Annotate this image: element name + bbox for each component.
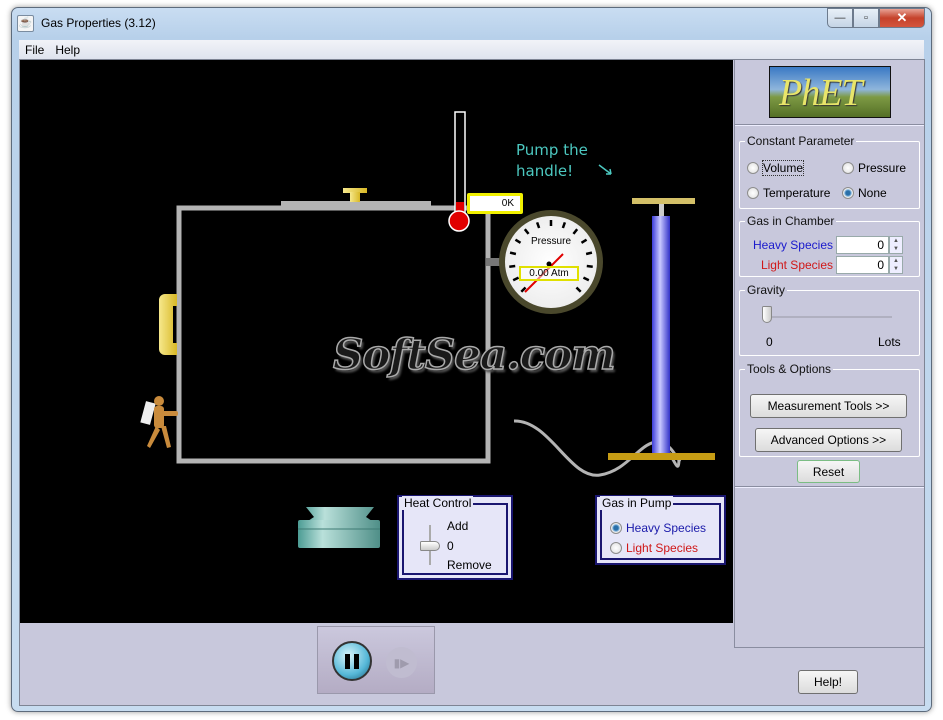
radio-none[interactable]: None — [842, 186, 887, 200]
heat-remove-label: Remove — [447, 558, 492, 572]
step-icon: ▮▶ — [393, 655, 410, 670]
pause-icon — [345, 653, 350, 669]
phet-logo[interactable]: PhET — [769, 66, 891, 118]
spinner-arrows-icon[interactable]: ▲ ▼ — [889, 236, 903, 254]
heat-zero-label: 0 — [447, 539, 454, 553]
pump-heavy-label: Heavy Species — [626, 521, 707, 535]
phet-logo-text: PhET — [779, 72, 863, 114]
gas-in-pump-title: Gas in Pump — [600, 496, 674, 510]
gas-in-chamber-title: Gas in Chamber — [745, 214, 837, 228]
stove-icon — [298, 507, 380, 548]
help-button[interactable]: Help! — [798, 670, 858, 694]
light-species-label: Light Species — [760, 258, 833, 272]
radio-unselected-icon — [747, 162, 759, 174]
menu-file[interactable]: File — [25, 43, 44, 57]
window-title: Gas Properties (3.12) — [41, 16, 156, 30]
advanced-options-button[interactable]: Advanced Options >> — [755, 428, 902, 452]
gravity-slider-track[interactable] — [766, 316, 892, 318]
gauge-tick — [586, 264, 593, 268]
control-sidebar: PhET Constant Parameter Volume Pressure … — [734, 60, 924, 648]
gravity-title: Gravity — [745, 283, 788, 297]
heat-control-title: Heat Control — [402, 496, 474, 510]
heat-control-panel: Heat Control Add 0 Remove — [397, 495, 513, 580]
reset-button[interactable]: Reset — [797, 460, 860, 483]
app-window: ☕ Gas Properties (3.12) — ▫ ✕ File Help — [11, 7, 932, 712]
gravity-max-label: Lots — [878, 335, 901, 349]
pump-hint-text: Pump the handle! — [516, 140, 588, 182]
tools-options-group: Tools & Options Measurement Tools >> Adv… — [739, 362, 920, 457]
heat-slider-thumb[interactable] — [420, 541, 440, 551]
menu-help[interactable]: Help — [55, 43, 80, 57]
radio-unselected-icon — [747, 187, 759, 199]
heavy-species-label: Heavy Species — [752, 238, 833, 252]
light-species-input[interactable]: 0 — [836, 256, 889, 274]
thermometer-icon — [448, 111, 470, 232]
java-app-icon: ☕ — [17, 15, 34, 32]
spinner-arrows-icon[interactable]: ▲ ▼ — [889, 256, 903, 274]
radio-selected-icon — [842, 187, 854, 199]
simulation-canvas: Pump the handle! 0K Pressure 0.00 Atm So… — [20, 60, 733, 623]
side-handle-icon[interactable] — [159, 294, 177, 355]
title-bar: ☕ Gas Properties (3.12) — ▫ ✕ — [12, 8, 931, 38]
hint-arrow-icon — [598, 164, 612, 175]
gas-in-chamber-group: Gas in Chamber Heavy Species 0 ▲ ▼ Light … — [739, 214, 920, 277]
radio-temperature-label: Temperature — [763, 186, 831, 200]
radio-volume[interactable]: Volume — [747, 160, 805, 176]
gauge-tick — [585, 251, 593, 256]
gas-in-pump-panel: Gas in Pump Heavy Species Light Species — [595, 495, 726, 565]
bicycle-pump — [608, 198, 715, 460]
thermometer-readout: 0K — [467, 193, 523, 214]
pressure-readout: 0.00 Atm — [519, 266, 579, 281]
step-button[interactable]: ▮▶ — [386, 647, 417, 678]
pump-handle[interactable] — [632, 198, 695, 204]
content-area: Pump the handle! 0K Pressure 0.00 Atm So… — [19, 59, 925, 706]
radio-volume-label: Volume — [761, 160, 805, 176]
watermark: SoftSea.com — [332, 329, 616, 380]
gravity-min-label: 0 — [766, 335, 773, 349]
pushing-man-figure — [140, 396, 178, 448]
maximize-button[interactable]: ▫ — [853, 8, 879, 28]
pressure-gauge — [499, 210, 603, 314]
radio-none-label: None — [858, 186, 887, 200]
close-button[interactable]: ✕ — [879, 8, 925, 28]
radio-unselected-icon — [842, 162, 854, 174]
pressure-label: Pressure — [530, 236, 571, 247]
lid-handle-icon[interactable] — [343, 188, 367, 202]
light-species-spinner: Light Species 0 ▲ ▼ — [740, 256, 903, 274]
radio-unselected-icon — [610, 542, 622, 554]
constant-parameter-title: Constant Parameter — [745, 134, 857, 148]
radio-pressure[interactable]: Pressure — [842, 161, 906, 175]
pump-light-label: Light Species — [626, 541, 699, 555]
constant-parameter-group: Constant Parameter Volume Pressure Tempe… — [739, 134, 920, 209]
pause-button[interactable] — [332, 641, 372, 681]
heavy-species-input[interactable]: 0 — [836, 236, 889, 254]
pump-heavy-species-radio[interactable]: Heavy Species — [610, 521, 706, 535]
pump-light-species-radio[interactable]: Light Species — [610, 541, 698, 555]
menu-bar: File Help — [19, 40, 924, 59]
heat-add-label: Add — [447, 519, 469, 533]
minimize-button[interactable]: — — [827, 8, 853, 28]
clock-control-panel: ▮▶ — [317, 626, 435, 694]
radio-temperature[interactable]: Temperature — [747, 186, 830, 200]
gauge-tick — [509, 264, 516, 268]
gauge-tick — [509, 251, 517, 256]
measurement-tools-button[interactable]: Measurement Tools >> — [750, 394, 907, 418]
hint-line-1: Pump the — [516, 141, 588, 159]
gravity-slider-thumb[interactable] — [762, 306, 772, 323]
hint-line-2: handle! — [516, 162, 574, 180]
radio-selected-icon — [610, 522, 622, 534]
radio-pressure-label: Pressure — [858, 161, 907, 175]
heavy-species-spinner: Heavy Species 0 ▲ ▼ — [740, 236, 903, 254]
tools-options-title: Tools & Options — [745, 362, 834, 376]
gravity-group: Gravity 0 Lots — [739, 283, 920, 356]
